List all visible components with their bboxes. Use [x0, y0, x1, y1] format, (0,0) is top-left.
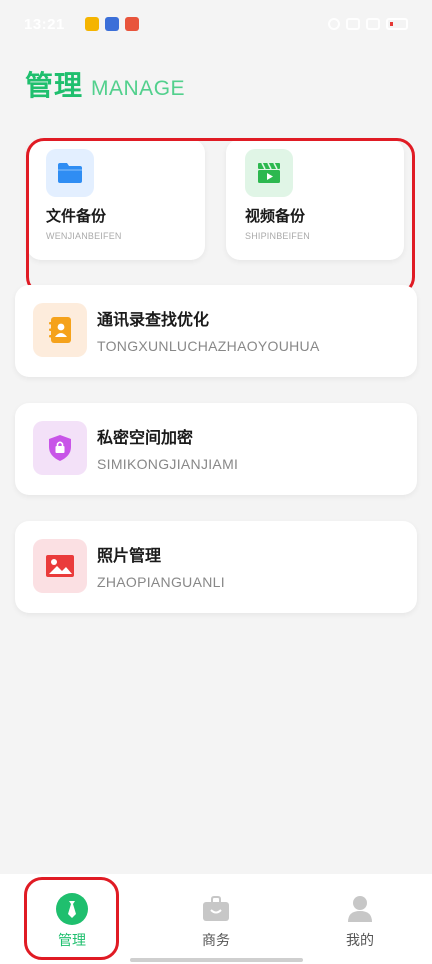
alarm-icon	[328, 18, 340, 30]
app-icon	[125, 17, 139, 31]
status-bar: 13:21	[0, 0, 432, 50]
tab-label: 商务	[202, 933, 230, 949]
wifi-icon	[346, 18, 360, 30]
contacts-icon	[33, 303, 87, 357]
backup-cards-highlight	[26, 138, 415, 295]
status-notification-icons	[85, 17, 139, 31]
weibo-icon	[85, 17, 99, 31]
card-title: 照片管理	[97, 546, 162, 565]
page-title: 管理	[25, 69, 84, 102]
battery-icon	[386, 18, 408, 30]
card-subtitle: ZHAOPIANGUANLI	[97, 574, 225, 590]
tab-profile[interactable]: 我的	[288, 874, 432, 964]
status-system-icons	[328, 18, 408, 30]
card-title: 私密空间加密	[97, 428, 194, 447]
briefcase-icon	[199, 892, 233, 926]
tab-label: 我的	[346, 933, 374, 949]
tab-business[interactable]: 商务	[144, 874, 288, 964]
profile-icon	[343, 892, 377, 926]
private-space-card[interactable]: 私密空间加密 SIMIKONGJIANJIAMI	[15, 403, 417, 495]
card-subtitle: TONGXUNLUCHAZHAOYOUHUA	[97, 338, 320, 354]
page-header: 管理 MANAGE	[25, 64, 185, 104]
manage-tab-highlight	[24, 877, 119, 960]
app-icon	[105, 17, 119, 31]
contacts-optimize-card[interactable]: 通讯录查找优化 TONGXUNLUCHAZHAOYOUHUA	[15, 285, 417, 377]
status-time: 13:21	[24, 16, 65, 33]
shield-lock-icon	[33, 421, 87, 475]
page-subtitle: MANAGE	[91, 77, 186, 100]
card-title: 通讯录查找优化	[97, 310, 210, 329]
signal-icon	[366, 18, 380, 30]
photo-icon	[33, 539, 87, 593]
card-subtitle: SIMIKONGJIANJIAMI	[97, 456, 239, 472]
photo-manage-card[interactable]: 照片管理 ZHAOPIANGUANLI	[15, 521, 417, 613]
home-indicator[interactable]	[130, 958, 303, 962]
